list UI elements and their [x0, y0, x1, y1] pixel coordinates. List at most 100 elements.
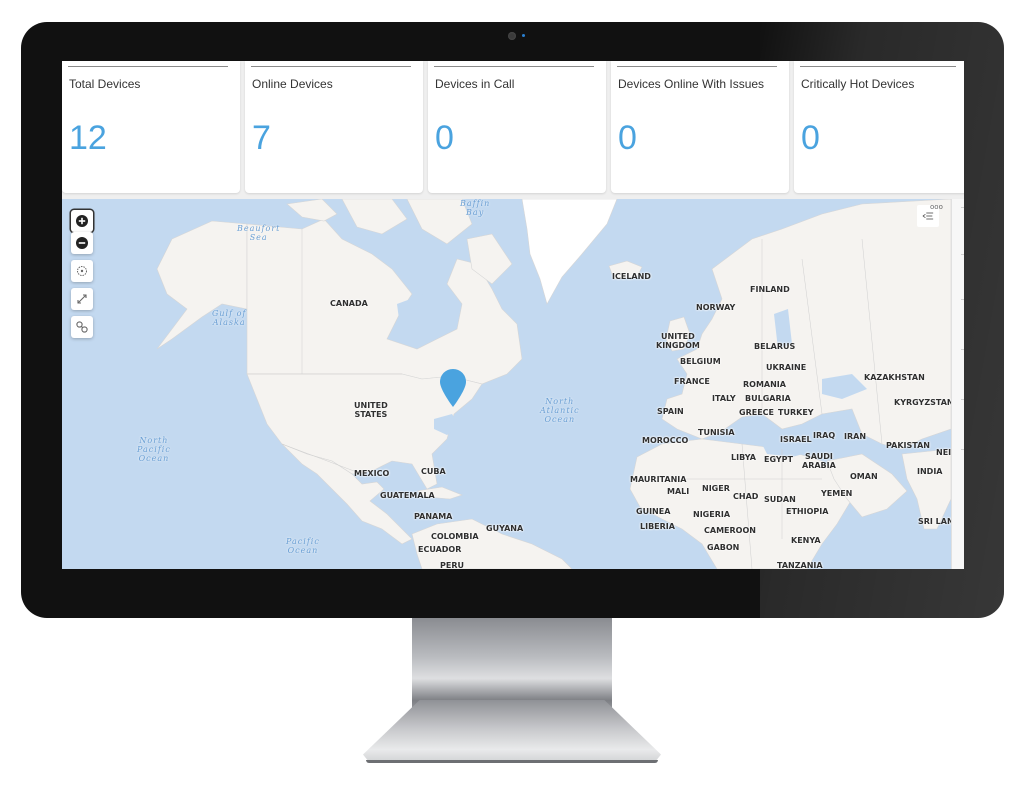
label-france: FRANCE — [674, 377, 710, 386]
label-romania: ROMANIA — [743, 380, 786, 389]
label-belarus: BELARUS — [754, 342, 796, 351]
panel-tick — [961, 299, 964, 300]
label-bulgaria: BULGARIA — [745, 394, 791, 403]
label-oman: OMAN — [850, 472, 878, 481]
label-north-atlantic-ocean: North Atlantic Ocean — [540, 397, 580, 424]
monitor-stand-base — [363, 700, 661, 762]
card-title: Devices in Call — [435, 77, 515, 91]
label-italy: ITALY — [712, 394, 736, 403]
label-guatemala: GUATEMALA — [380, 491, 435, 500]
card-divider — [68, 66, 228, 67]
label-nigeria: NIGERIA — [693, 510, 731, 519]
card-divider — [617, 66, 777, 67]
label-united-states: UNITED STATES — [354, 401, 388, 419]
fullscreen-button[interactable] — [71, 288, 93, 310]
card-value: 0 — [618, 119, 637, 157]
label-chad: CHAD — [733, 492, 759, 501]
panel-tick — [961, 349, 964, 350]
label-ethiopia: ETHIOPIA — [786, 507, 829, 516]
label-tanzania: TANZANIA — [777, 561, 823, 569]
locate-me-button[interactable] — [71, 260, 93, 282]
label-ukraine: UKRAINE — [766, 363, 807, 372]
card-online-devices[interactable]: Online Devices 7 — [245, 61, 423, 193]
card-title: Devices Online With Issues — [618, 77, 765, 91]
label-cuba: CUBA — [421, 467, 446, 476]
card-divider — [434, 66, 594, 67]
label-spain: SPAIN — [657, 407, 684, 416]
webcam-led — [522, 34, 525, 37]
label-iraq: IRAQ — [813, 431, 836, 440]
label-finland: FINLAND — [750, 285, 790, 294]
label-belgium: BELGIUM — [680, 357, 721, 366]
label-guyana: GUYANA — [486, 524, 524, 533]
card-divider — [251, 66, 411, 67]
label-ecuador: ECUADOR — [418, 545, 462, 554]
label-india: INDIA — [917, 467, 943, 476]
label-egypt: EGYPT — [764, 455, 793, 464]
panel-tick — [961, 207, 964, 208]
device-location-pin[interactable] — [439, 368, 467, 408]
label-colombia: COLOMBIA — [431, 532, 479, 541]
label-peru: PERU — [440, 561, 464, 569]
label-turkey: TURKEY — [778, 408, 814, 417]
legend-list-icon — [922, 212, 934, 220]
device-map[interactable]: Beaufort Sea Baffin Bay Gulf of Alaska Nort… — [62, 199, 951, 569]
card-devices-online-with-issues[interactable]: Devices Online With Issues 0 — [611, 61, 789, 193]
label-tunisia: TUNISIA — [698, 428, 735, 437]
label-sri-lanka: SRI LAN — [918, 517, 951, 526]
label-mali: MALI — [667, 487, 690, 496]
label-iran: IRAN — [844, 432, 867, 441]
label-nepal: NEI — [936, 448, 951, 457]
label-cameroon: CAMEROON — [704, 526, 756, 535]
label-yemen: YEMEN — [821, 489, 853, 498]
card-value: 0 — [435, 119, 454, 157]
minus-circle-icon — [76, 237, 88, 249]
label-baffin-bay: Baffin Bay — [460, 199, 491, 217]
label-beaufort-sea: Beaufort Sea — [237, 224, 281, 242]
label-north-pacific-ocean: North Pacific Ocean — [137, 436, 171, 463]
label-niger: NIGER — [702, 484, 730, 493]
card-total-devices[interactable]: Total Devices 12 — [62, 61, 240, 193]
wrench-icon — [76, 321, 88, 333]
card-value: 7 — [252, 119, 271, 157]
card-value: 0 — [801, 119, 820, 157]
card-title: Critically Hot Devices — [801, 77, 915, 91]
card-value: 12 — [69, 119, 107, 157]
label-saudi-arabia: SAUDI ARABIA — [802, 452, 836, 470]
card-critically-hot-devices[interactable]: Critically Hot Devices 0 — [794, 61, 964, 193]
label-gabon: GABON — [707, 543, 740, 552]
label-pacific-ocean: Pacific Ocean — [286, 537, 320, 555]
side-panel-edge[interactable] — [951, 199, 964, 569]
zoom-in-button[interactable] — [71, 210, 93, 232]
panel-tick — [961, 399, 964, 400]
label-guinea: GUINEA — [636, 507, 671, 516]
label-greece: GREECE — [739, 408, 774, 417]
label-kyrgyzstan: KYRGYZSTAN — [894, 398, 951, 407]
dashboard-screen: Total Devices 12 Online Devices 7 Device… — [62, 61, 964, 569]
panel-tick — [961, 254, 964, 255]
card-title: Online Devices — [252, 77, 333, 91]
more-options-icon[interactable]: ooo — [930, 203, 943, 211]
label-pakistan: PAKISTAN — [886, 441, 930, 450]
zoom-out-button[interactable] — [71, 232, 93, 254]
label-iceland: ICELAND — [612, 272, 651, 281]
map-style-button[interactable] — [71, 316, 93, 338]
card-title: Total Devices — [69, 77, 141, 91]
label-sudan: SUDAN — [764, 495, 796, 504]
card-divider — [800, 66, 956, 67]
plus-circle-icon — [76, 215, 88, 227]
crosshair-icon — [77, 266, 87, 276]
webcam-icon — [508, 32, 516, 40]
label-mauritania: MAURITANIA — [630, 475, 687, 484]
label-mexico: MEXICO — [354, 469, 390, 478]
monitor-stand-edge — [366, 760, 658, 763]
card-devices-in-call[interactable]: Devices in Call 0 — [428, 61, 606, 193]
label-canada: CANADA — [330, 299, 368, 308]
label-morocco: MOROCCO — [642, 436, 689, 445]
label-liberia: LIBERIA — [640, 522, 675, 531]
label-panama: PANAMA — [414, 512, 453, 521]
stats-cards: Total Devices 12 Online Devices 7 Device… — [62, 61, 964, 194]
label-kenya: KENYA — [791, 536, 821, 545]
expand-icon — [77, 294, 87, 304]
label-norway: NORWAY — [696, 303, 736, 312]
